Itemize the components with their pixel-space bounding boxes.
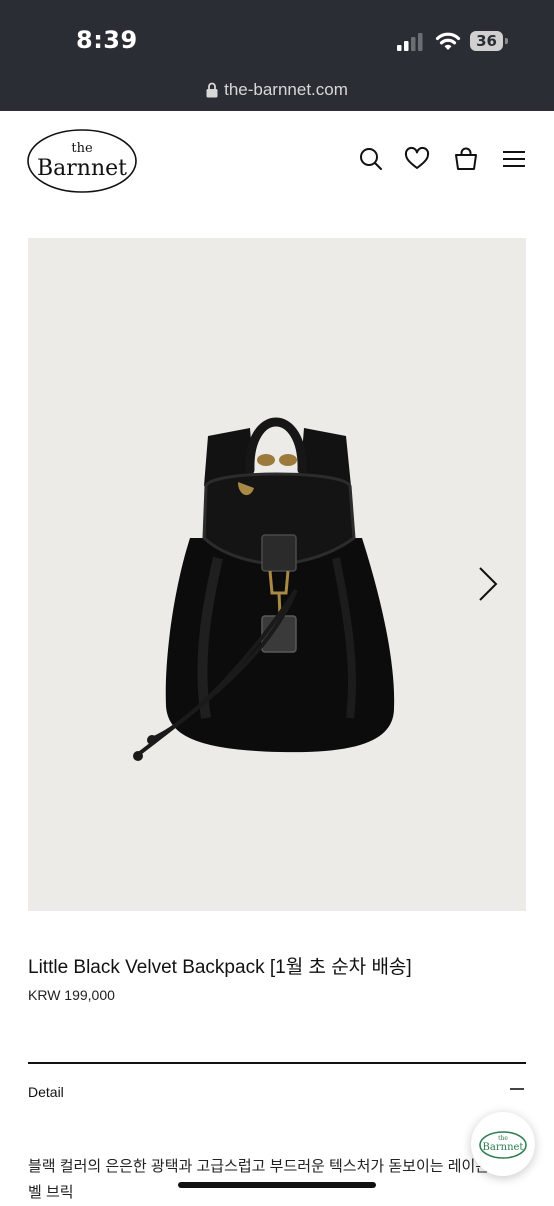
- floating-chat-button[interactable]: the Barnnet: [471, 1112, 535, 1176]
- barnnet-logo[interactable]: the Barnnet: [26, 127, 138, 195]
- product-image: [28, 238, 526, 911]
- shopping-bag-icon[interactable]: [453, 146, 479, 172]
- home-indicator: [178, 1182, 376, 1188]
- chevron-right-icon[interactable]: [474, 564, 502, 604]
- site-header: the Barnnet: [0, 111, 554, 211]
- battery-level: 36: [476, 32, 497, 50]
- search-icon[interactable]: [358, 146, 384, 172]
- menu-icon[interactable]: [501, 146, 527, 172]
- lock-icon: [206, 82, 218, 98]
- heart-icon[interactable]: [404, 146, 430, 172]
- wifi-icon: [435, 32, 461, 50]
- minus-icon[interactable]: [510, 1088, 524, 1090]
- section-divider: [28, 1062, 526, 1064]
- svg-text:Barnnet: Barnnet: [37, 156, 127, 181]
- product-title: Little Black Velvet Backpack [1월 초 순차 배송…: [28, 957, 412, 978]
- address-bar[interactable]: the-barnnet.com: [0, 80, 554, 108]
- cellular-signal-icon: [397, 33, 423, 51]
- barnnet-badge-logo: the Barnnet: [479, 1131, 527, 1159]
- status-time: 8:39: [76, 26, 138, 54]
- svg-text:Barnnet: Barnnet: [483, 1142, 524, 1153]
- url-text: the-barnnet.com: [224, 80, 348, 99]
- detail-accordion-label[interactable]: Detail: [28, 1084, 64, 1100]
- svg-text:the: the: [71, 141, 93, 156]
- battery-icon: 36: [470, 31, 510, 51]
- product-image-carousel[interactable]: [28, 238, 526, 911]
- product-description: 블랙 컬러의 은은한 광택과 고급스럽고 부드러운 텍스처가 돋보이는 레이온 …: [28, 1158, 490, 1201]
- svg-text:the: the: [498, 1135, 508, 1142]
- product-price: KRW 199,000: [28, 987, 115, 1003]
- status-bar: 8:39 36 the-barnnet.com: [0, 0, 554, 111]
